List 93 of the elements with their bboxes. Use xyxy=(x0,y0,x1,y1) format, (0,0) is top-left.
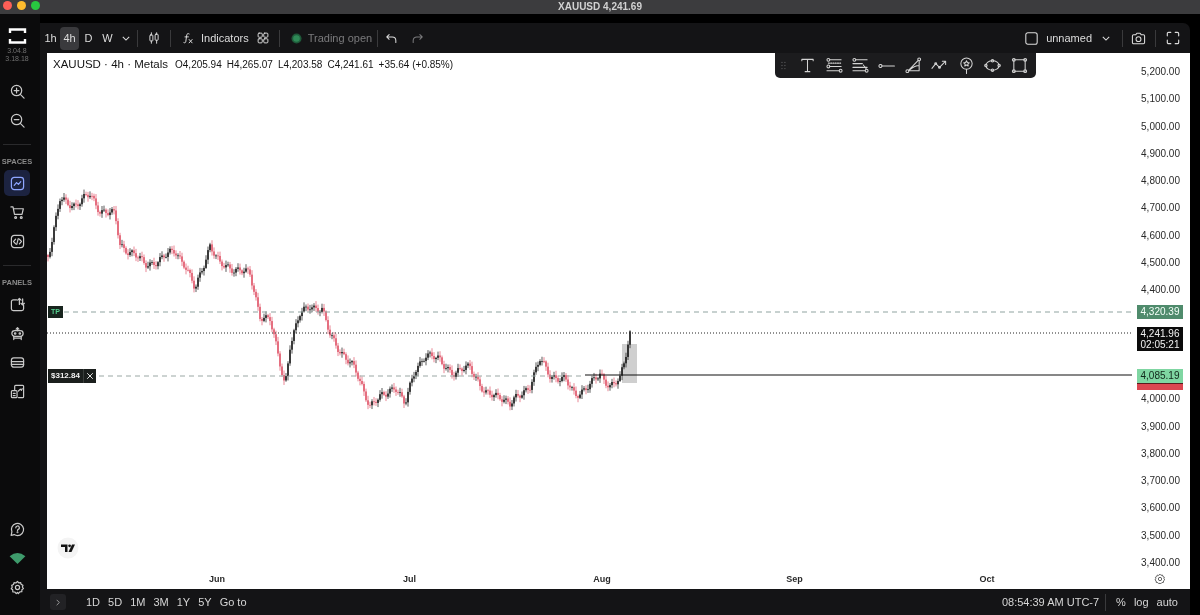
price-label: 3,800.00 xyxy=(1141,447,1180,460)
function-icon xyxy=(182,32,194,44)
rectangle-icon xyxy=(1010,57,1028,74)
take-profit-price-tag: 4,320.39 xyxy=(1137,305,1183,319)
chevron-down-icon xyxy=(122,35,130,41)
fullscreen-icon xyxy=(1166,31,1180,45)
price-label: 3,700.00 xyxy=(1141,475,1180,488)
price-label: 4,400.00 xyxy=(1141,284,1180,297)
close-window-button[interactable] xyxy=(3,0,12,10)
cart-icon xyxy=(9,204,25,220)
scale-option-button[interactable]: % xyxy=(1112,593,1130,611)
scale-option-button[interactable]: auto xyxy=(1152,593,1182,611)
charts-button[interactable] xyxy=(4,170,30,196)
ohlc-value: C4,241.61 xyxy=(327,59,374,70)
range-button[interactable]: 3M xyxy=(149,593,173,611)
price-label: 4,800.00 xyxy=(1141,175,1180,188)
box-arrows-icon xyxy=(9,296,25,312)
parallel-lines-icon xyxy=(825,57,843,74)
code-icon xyxy=(9,233,25,249)
ohlc-value: H4,265.07 xyxy=(226,59,273,70)
ohlc-value: O4,205.94 xyxy=(175,59,222,70)
logo-icon xyxy=(7,28,27,44)
price-label: 5,200.00 xyxy=(1141,66,1180,78)
range-button[interactable]: 5Y xyxy=(194,593,216,611)
square-icon xyxy=(1024,31,1038,45)
range-button[interactable]: 1M xyxy=(126,593,150,611)
range-button[interactable]: 1D xyxy=(82,593,105,611)
ohlc-value: L4,203.58 xyxy=(277,59,323,70)
settings-icon xyxy=(9,580,25,595)
undo-icon xyxy=(384,32,398,44)
range-marker xyxy=(1137,383,1183,390)
curved-triangle-icon xyxy=(904,57,922,74)
price-change: +35.64 (+0.85%) xyxy=(378,59,454,70)
drag-handle-icon[interactable] xyxy=(781,61,786,70)
chart-window-icon xyxy=(9,175,25,191)
settings-icon xyxy=(1154,573,1166,585)
interval-tab[interactable]: 4h xyxy=(60,26,79,50)
close-icon xyxy=(85,372,94,380)
price-label: 4,500.00 xyxy=(1141,256,1180,269)
last-price-value: 4,241.96 xyxy=(1140,328,1180,339)
star-pin-icon xyxy=(957,57,975,74)
text-tool-icon xyxy=(799,57,817,74)
help-icon xyxy=(9,522,25,537)
ellipse-icon xyxy=(984,57,1002,74)
symbol-title: XAUUSD · 4h · Metals xyxy=(53,58,169,70)
price-label: 5,000.00 xyxy=(1141,120,1180,133)
date-label: Jul xyxy=(402,573,417,585)
robot-icon xyxy=(9,325,25,341)
price-label: 4,700.00 xyxy=(1141,202,1180,215)
layout-name-button[interactable]: unnamed xyxy=(1040,26,1114,50)
price-label: 3,900.00 xyxy=(1141,420,1180,433)
price-label: 3,500.00 xyxy=(1141,529,1180,542)
chevron-down-icon xyxy=(1102,35,1110,41)
price-label: 3,600.00 xyxy=(1141,502,1180,515)
card-icon xyxy=(9,354,25,370)
chevron-right-icon xyxy=(56,598,60,606)
camera-icon xyxy=(1130,31,1146,45)
date-label: Jun xyxy=(208,573,226,585)
candlestick-icon xyxy=(148,32,160,44)
entry-price-tag: 4,085.19 xyxy=(1137,369,1183,383)
zoom-out-icon xyxy=(9,112,25,128)
price-label: 4,000.00 xyxy=(1141,393,1180,406)
interval-tab[interactable]: 1h xyxy=(41,26,60,50)
date-label: Sep xyxy=(785,573,804,585)
interval-tab[interactable]: D xyxy=(79,26,98,50)
zoom-in-icon xyxy=(9,83,25,99)
price-label: 4,900.00 xyxy=(1141,147,1180,160)
levels-icon xyxy=(852,57,869,74)
countdown-timer: 02:05:21 xyxy=(1140,339,1180,350)
report-icon xyxy=(9,383,25,399)
zoom-window-button[interactable] xyxy=(31,0,40,10)
position-pnl-label[interactable]: $312.84 xyxy=(48,369,83,383)
range-button[interactable]: 1Y xyxy=(172,593,195,611)
date-label: Aug xyxy=(592,573,612,585)
interval-tab[interactable]: W xyxy=(98,26,117,50)
status-dot-icon xyxy=(290,32,302,44)
wifi-icon xyxy=(8,552,26,565)
redo-icon xyxy=(410,32,424,44)
minimize-window-button[interactable] xyxy=(17,0,26,10)
price-label: 4,600.00 xyxy=(1141,229,1180,242)
horizontal-line-icon xyxy=(878,63,896,68)
window-title: XAUUSD 4,241.69 xyxy=(558,1,642,13)
go-to-button[interactable]: Go to xyxy=(215,593,251,611)
clock-label: 08:54:39 AM UTC-7 xyxy=(1001,596,1100,608)
grid-icon xyxy=(256,32,269,44)
price-label: 5,100.00 xyxy=(1141,93,1180,106)
logo-icon xyxy=(57,537,79,559)
price-label: 3,400.00 xyxy=(1141,557,1180,570)
indicators-button[interactable]: Indicators xyxy=(177,26,253,50)
date-label: Oct xyxy=(978,573,996,585)
scale-option-button[interactable]: log xyxy=(1129,593,1153,611)
axis-settings-button[interactable] xyxy=(1153,572,1167,586)
range-button[interactable]: 5D xyxy=(104,593,127,611)
